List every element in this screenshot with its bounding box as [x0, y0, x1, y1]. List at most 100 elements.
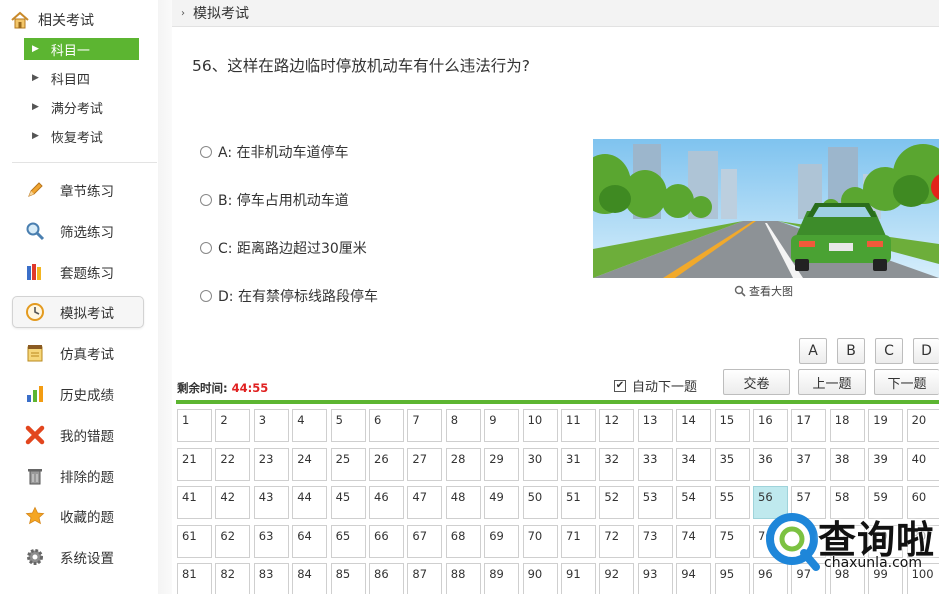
question-number-cell[interactable]: 30 [522, 447, 558, 481]
question-number-cell[interactable]: 50 [522, 486, 558, 519]
question-number-cell[interactable]: 28 [445, 447, 481, 481]
answer-button-d[interactable]: D [913, 338, 939, 364]
question-number-cell[interactable]: 70 [522, 524, 558, 558]
question-number-cell[interactable]: 81 [177, 563, 212, 594]
question-number-cell[interactable]: 10 [522, 409, 558, 442]
question-number-cell[interactable]: 48 [445, 486, 481, 519]
question-number-cell[interactable]: 26 [369, 447, 404, 481]
question-number-cell[interactable]: 7 [407, 409, 443, 442]
menu-history-scores[interactable]: 历史成绩 [12, 378, 144, 410]
question-number-cell[interactable]: 93 [637, 563, 673, 594]
question-number-cell[interactable]: 85 [330, 563, 366, 594]
question-number-cell[interactable]: 86 [369, 563, 404, 594]
question-number-cell[interactable]: 84 [292, 563, 328, 594]
option-d[interactable]: D: 在有禁停标线路段停车 [200, 286, 378, 306]
question-number-cell[interactable]: 40 [906, 447, 939, 481]
question-number-cell[interactable]: 41 [177, 486, 212, 519]
question-number-cell[interactable]: 46 [369, 486, 404, 519]
question-number-cell[interactable]: 37 [791, 447, 827, 481]
question-number-cell[interactable]: 18 [829, 409, 865, 442]
view-large-image-link[interactable]: 查看大图 [734, 283, 793, 299]
question-number-cell[interactable]: 42 [215, 486, 251, 519]
question-number-cell[interactable]: 8 [445, 409, 481, 442]
radio-button[interactable] [200, 290, 212, 302]
question-number-cell[interactable]: 17 [791, 409, 827, 442]
question-number-cell[interactable]: 74 [676, 524, 712, 558]
question-number-cell[interactable]: 39 [868, 447, 904, 481]
question-number-cell[interactable]: 63 [253, 524, 289, 558]
radio-button[interactable] [200, 194, 212, 206]
question-number-cell[interactable]: 54 [676, 486, 712, 519]
question-number-cell[interactable]: 71 [561, 524, 596, 558]
question-number-cell[interactable]: 62 [215, 524, 251, 558]
question-number-cell[interactable]: 95 [714, 563, 750, 594]
option-c[interactable]: C: 距离路边超过30厘米 [200, 238, 367, 258]
question-number-cell[interactable]: 61 [177, 524, 212, 558]
subitem-kemu4[interactable]: ▶ 科目四 [24, 67, 139, 89]
menu-simulation-exam[interactable]: 仿真考试 [12, 337, 144, 369]
option-b[interactable]: B: 停车占用机动车道 [200, 190, 349, 210]
question-number-cell[interactable]: 35 [714, 447, 750, 481]
question-number-cell[interactable]: 87 [407, 563, 443, 594]
question-number-cell[interactable]: 51 [561, 486, 596, 519]
question-number-cell[interactable]: 34 [676, 447, 712, 481]
question-number-cell[interactable]: 25 [330, 447, 366, 481]
question-number-cell[interactable]: 20 [906, 409, 939, 442]
question-number-cell[interactable]: 23 [253, 447, 289, 481]
question-number-cell[interactable]: 82 [215, 563, 251, 594]
question-number-cell[interactable]: 38 [829, 447, 865, 481]
sidebar-header[interactable]: 相关考试 [10, 8, 94, 32]
menu-filter-practice[interactable]: 筛选练习 [12, 215, 144, 247]
question-number-cell[interactable]: 32 [599, 447, 635, 481]
subitem-kemu1[interactable]: ▶ 科目一 [24, 38, 139, 60]
question-number-cell[interactable]: 31 [561, 447, 596, 481]
question-number-cell[interactable]: 66 [369, 524, 404, 558]
question-number-cell[interactable]: 68 [445, 524, 481, 558]
question-number-cell[interactable]: 53 [637, 486, 673, 519]
question-number-cell[interactable]: 75 [714, 524, 750, 558]
question-number-cell[interactable]: 2 [215, 409, 251, 442]
question-number-cell[interactable]: 94 [676, 563, 712, 594]
answer-button-b[interactable]: B [837, 338, 865, 364]
question-number-cell[interactable]: 11 [561, 409, 596, 442]
next-question-button[interactable]: 下一题 [874, 369, 939, 395]
question-number-cell[interactable]: 47 [407, 486, 443, 519]
question-number-cell[interactable]: 55 [714, 486, 750, 519]
question-number-cell[interactable]: 15 [714, 409, 750, 442]
question-number-cell[interactable]: 65 [330, 524, 366, 558]
question-number-cell[interactable]: 21 [177, 447, 212, 481]
question-number-cell[interactable]: 24 [292, 447, 328, 481]
question-number-cell[interactable]: 64 [292, 524, 328, 558]
question-number-cell[interactable]: 19 [868, 409, 904, 442]
question-number-cell[interactable]: 13 [637, 409, 673, 442]
question-number-cell[interactable]: 29 [484, 447, 520, 481]
question-number-cell[interactable]: 72 [599, 524, 635, 558]
prev-question-button[interactable]: 上一题 [798, 369, 866, 395]
question-number-cell[interactable]: 4 [292, 409, 328, 442]
question-number-cell[interactable]: 12 [599, 409, 635, 442]
auto-next-checkbox[interactable]: ✔ 自动下一题 [614, 376, 697, 395]
menu-mock-exam[interactable]: 模拟考试 [12, 296, 144, 329]
question-number-cell[interactable]: 3 [253, 409, 289, 442]
menu-excluded[interactable]: 排除的题 [12, 460, 144, 492]
question-number-cell[interactable]: 52 [599, 486, 635, 519]
question-number-cell[interactable]: 33 [637, 447, 673, 481]
answer-button-c[interactable]: C [875, 338, 903, 364]
question-number-cell[interactable]: 49 [484, 486, 520, 519]
subitem-recovery[interactable]: ▶ 恢复考试 [24, 125, 139, 147]
submit-button[interactable]: 交卷 [723, 369, 790, 395]
question-number-cell[interactable]: 44 [292, 486, 328, 519]
question-number-cell[interactable]: 22 [215, 447, 251, 481]
question-number-cell[interactable]: 83 [253, 563, 289, 594]
question-number-cell[interactable]: 9 [484, 409, 520, 442]
question-number-cell[interactable]: 92 [599, 563, 635, 594]
question-number-cell[interactable]: 1 [177, 409, 212, 442]
question-number-cell[interactable]: 88 [445, 563, 481, 594]
question-number-cell[interactable]: 91 [561, 563, 596, 594]
question-number-cell[interactable]: 36 [753, 447, 788, 481]
question-number-cell[interactable]: 14 [676, 409, 712, 442]
question-image[interactable] [593, 139, 939, 278]
question-number-cell[interactable]: 16 [753, 409, 788, 442]
question-number-cell[interactable]: 67 [407, 524, 443, 558]
menu-chapter-practice[interactable]: 章节练习 [12, 174, 144, 206]
